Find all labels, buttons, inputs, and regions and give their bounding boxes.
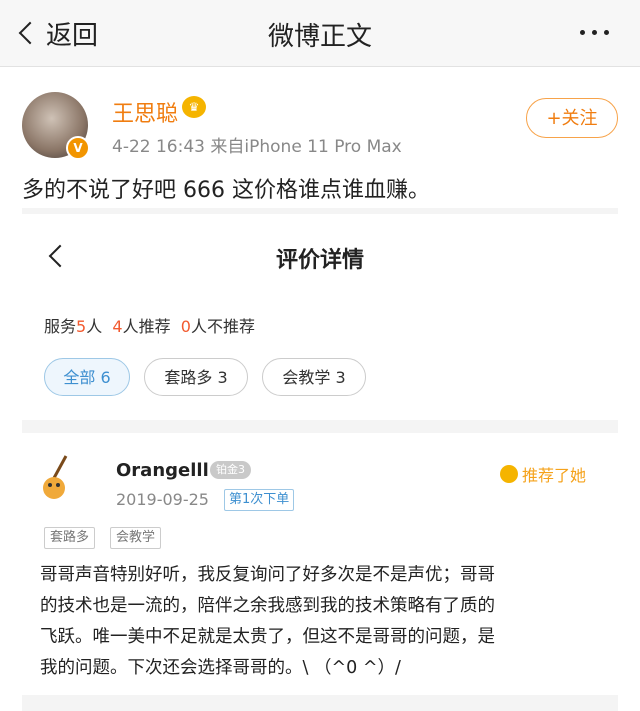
filter-chip-tricks[interactable]: 套路多 3 [144, 358, 248, 396]
order-count-tag: 第1次下单 [224, 489, 295, 511]
review-line: 哥哥声音特别好听，我反复询问了好多次是不是声优；哥哥 [40, 565, 495, 585]
stat-service-count: 5 [76, 317, 87, 336]
recommend-status: 推荐了她 [500, 462, 586, 486]
post-time: 4-22 16:43 [112, 137, 205, 157]
review-line: 飞跃。唯一美中不足就是太贵了，但这不是哥哥的问题，是 [40, 627, 495, 647]
filter-chip-teaching[interactable]: 会教学 3 [262, 358, 366, 396]
review-stats: 服务5人 4人推荐 0人不推荐 [44, 313, 255, 337]
stat-not-recommend-count: 0 [180, 317, 191, 336]
reviewer-name[interactable]: Orangelll [116, 460, 209, 481]
verified-badge-icon: V [66, 136, 90, 160]
review-date: 2019-09-25 [116, 490, 209, 509]
post-meta: 4-22 16:43 来自iPhone 11 Pro Max [112, 132, 402, 157]
post-source: 来自iPhone 11 Pro Max [210, 137, 402, 157]
review-text: 哥哥声音特别好听，我反复询问了好多次是不是声优；哥哥 的技术也是一流的，陪伴之余… [40, 560, 600, 684]
smile-icon [500, 465, 518, 483]
review-tag: 会教学 [110, 527, 162, 549]
embedded-title: 评价详情 [275, 248, 364, 273]
stat-not-recommend-label: 人不推荐 [190, 317, 255, 336]
stat-service-label: 服务 [44, 317, 77, 336]
post-text: 多的不说了好吧 666 这价格谁点谁血赚。 [22, 178, 430, 203]
stat-recommend-count: 4 [112, 317, 123, 336]
review-tag: 套路多 [44, 527, 96, 549]
reviewer-avatar[interactable] [40, 454, 72, 504]
follow-button[interactable]: +关注 [526, 98, 618, 138]
review-line: 我的问题。下次还会选择哥哥的。\ （^0 ^）/ [40, 658, 401, 678]
recommend-label: 推荐了她 [522, 466, 587, 485]
stat-service-unit: 人 [86, 317, 103, 336]
page-title: 微博正文 [267, 22, 372, 52]
crown-icon: ♛ [182, 96, 206, 118]
filter-chip-all[interactable]: 全部 6 [44, 358, 130, 396]
reviewer-level-badge: 铂金3 [210, 461, 251, 479]
more-dots-icon[interactable] [580, 30, 609, 35]
review-line: 的技术也是一流的，陪伴之余我感到我的技术策略有了质的 [40, 596, 495, 616]
post-username[interactable]: 王思聪 [112, 96, 178, 128]
stat-recommend-label: 人推荐 [122, 317, 171, 336]
